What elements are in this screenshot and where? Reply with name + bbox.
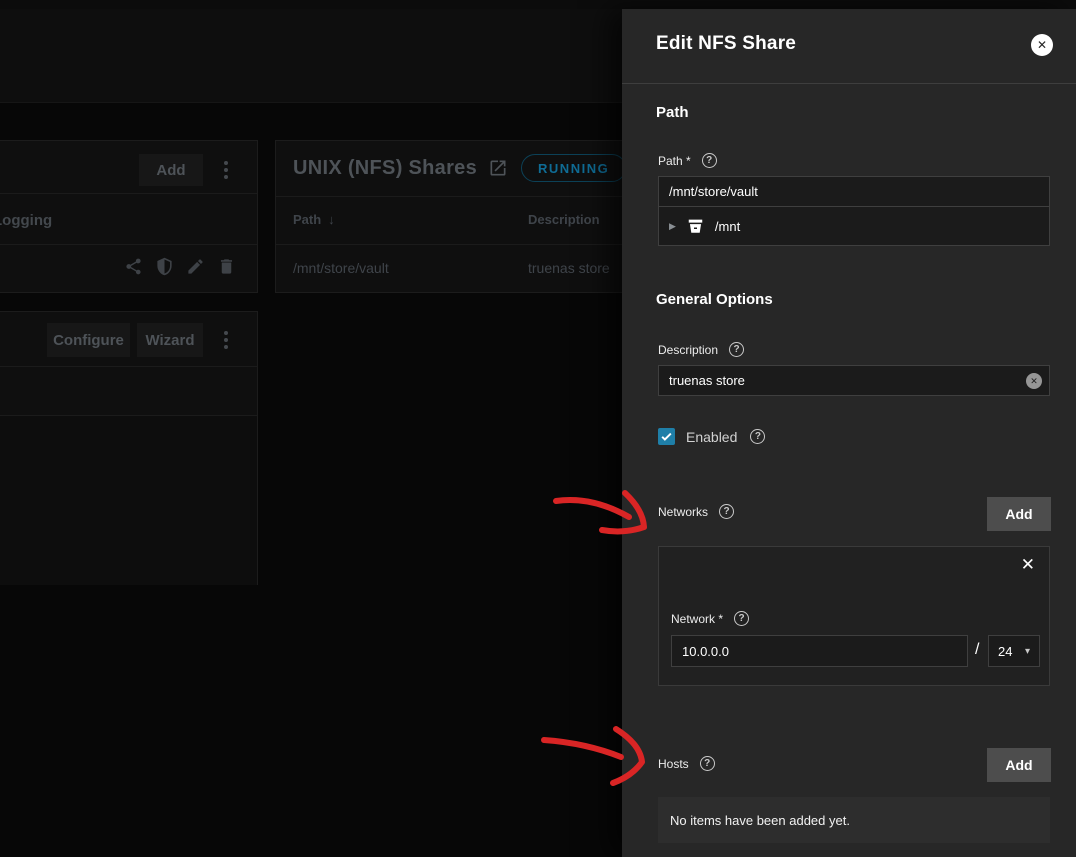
network-entry-card: ✕ Network * ? / 24 ▾ xyxy=(658,546,1050,686)
window-top-strip xyxy=(0,0,1076,9)
column-header-description: Description xyxy=(528,212,600,227)
column-header-path[interactable]: Path ↓ xyxy=(293,212,335,227)
add-button[interactable]: Add xyxy=(139,154,203,186)
path-help-icon[interactable]: ? xyxy=(702,153,717,168)
close-icon[interactable]: ✕ xyxy=(1031,34,1053,56)
sort-desc-icon: ↓ xyxy=(328,212,335,227)
divider xyxy=(0,366,257,367)
hosts-help-icon[interactable]: ? xyxy=(700,756,715,771)
remove-network-icon[interactable]: ✕ xyxy=(1021,555,1035,575)
divider xyxy=(276,244,639,245)
screen: Add Logging Configure Wizard UNIX (NFS) … xyxy=(0,0,1076,857)
network-input[interactable] xyxy=(671,635,968,667)
description-field-label-row: Description ? xyxy=(658,342,744,357)
wizard-button[interactable]: Wizard xyxy=(137,323,203,357)
add-host-button[interactable]: Add xyxy=(987,748,1051,782)
table-row-description-cell[interactable]: truenas store xyxy=(528,260,610,276)
description-field-label: Description xyxy=(658,343,718,357)
hosts-label: Hosts xyxy=(658,757,689,771)
divider xyxy=(0,244,257,245)
path-input[interactable] xyxy=(658,176,1050,207)
divider xyxy=(276,196,639,197)
row-actions xyxy=(124,257,236,276)
card-blocks: Add Logging xyxy=(0,140,258,293)
networks-label: Networks xyxy=(658,505,708,519)
top-navbar xyxy=(0,9,622,103)
nfs-card-title: UNIX (NFS) Shares xyxy=(293,157,477,180)
clear-description-icon[interactable]: ✕ xyxy=(1026,373,1042,389)
shield-acl-icon[interactable] xyxy=(155,257,174,276)
section-heading-path: Path xyxy=(656,104,689,121)
enabled-label: Enabled xyxy=(686,429,737,445)
configure-button[interactable]: Configure xyxy=(47,323,130,357)
cidr-separator: / xyxy=(975,641,979,659)
hosts-label-row: Hosts ? xyxy=(658,756,715,771)
delete-icon[interactable] xyxy=(217,257,236,276)
path-field-label: Path * xyxy=(658,154,691,168)
hosts-empty-state: No items have been added yet. xyxy=(658,797,1050,843)
column-header-path-label: Path xyxy=(293,212,321,227)
card-body xyxy=(0,416,257,585)
share-icon[interactable] xyxy=(124,257,143,276)
open-in-new-icon[interactable] xyxy=(488,158,508,178)
networks-help-icon[interactable]: ? xyxy=(719,504,734,519)
network-help-icon[interactable]: ? xyxy=(734,611,749,626)
enabled-checkbox[interactable] xyxy=(658,428,675,445)
network-field-label: Network * xyxy=(671,612,723,626)
card-nfs-shares: UNIX (NFS) Shares RUNNING Path ↓ Descrip… xyxy=(275,140,640,293)
clear-glyph: ✕ xyxy=(1030,376,1038,387)
description-input[interactable] xyxy=(658,365,1050,396)
expander-icon[interactable]: ▶ xyxy=(669,221,676,232)
divider xyxy=(0,193,257,194)
panel-title: Edit NFS Share xyxy=(656,33,796,55)
check-icon xyxy=(660,430,673,443)
panel-header: Edit NFS Share ✕ xyxy=(622,9,1076,84)
add-network-button[interactable]: Add xyxy=(987,497,1051,531)
kebab-menu-icon[interactable] xyxy=(224,161,228,179)
enabled-row: Enabled ? xyxy=(658,428,765,445)
tree-node-label: /mnt xyxy=(715,219,740,234)
enabled-help-icon[interactable]: ? xyxy=(750,429,765,444)
edit-nfs-share-panel: Edit NFS Share ✕ Path Path * ? ▶ /mnt Ge… xyxy=(622,9,1076,857)
network-field-label-row: Network * ? xyxy=(671,611,749,626)
prefix-select[interactable]: 24 ▾ xyxy=(988,635,1040,667)
card-service-config: Configure Wizard xyxy=(0,311,258,585)
hosts-empty-message: No items have been added yet. xyxy=(670,813,850,828)
path-field-label-row: Path * ? xyxy=(658,153,717,168)
networks-label-row: Networks ? xyxy=(658,504,734,519)
section-heading-general: General Options xyxy=(656,291,773,308)
table-row-path-cell[interactable]: /mnt/store/vault xyxy=(293,260,389,276)
chevron-down-icon: ▾ xyxy=(1025,646,1030,657)
edit-icon[interactable] xyxy=(186,257,205,276)
close-glyph: ✕ xyxy=(1037,38,1047,52)
description-help-icon[interactable]: ? xyxy=(729,342,744,357)
dataset-icon xyxy=(685,217,706,235)
prefix-value: 24 xyxy=(998,644,1012,659)
nfs-card-header: UNIX (NFS) Shares RUNNING xyxy=(293,154,626,182)
status-badge: RUNNING xyxy=(521,154,626,182)
row-label: Logging xyxy=(0,212,52,229)
kebab-menu-icon[interactable] xyxy=(224,331,228,349)
tree-node-mnt[interactable]: ▶ /mnt xyxy=(658,207,1050,246)
